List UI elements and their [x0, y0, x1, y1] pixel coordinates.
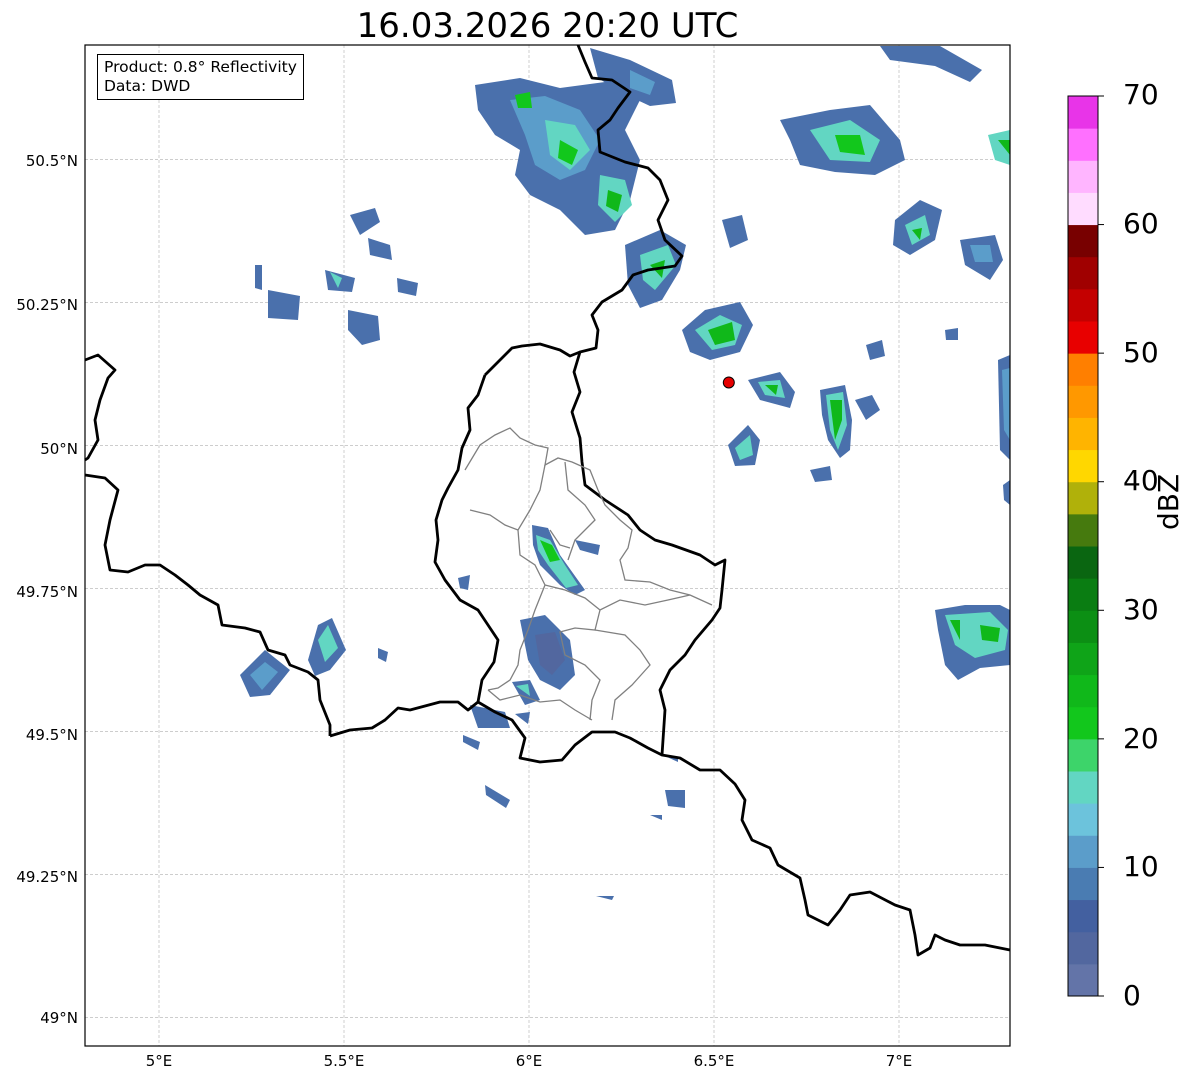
lat-tick-label: 49.5°N — [25, 726, 78, 744]
colorbar-label: dBZ — [1152, 473, 1185, 530]
colorbar-segment — [1068, 899, 1098, 933]
colorbar-segment — [1068, 771, 1098, 804]
info-product: Product: 0.8° Reflectivity — [104, 58, 297, 76]
colorbar-segment — [1068, 96, 1098, 129]
lat-tick-label: 49.25°N — [16, 868, 78, 886]
colorbar-segment — [1068, 803, 1098, 836]
colorbar-segment — [1068, 642, 1098, 676]
radar-map — [84, 44, 1104, 1047]
colorbar-segment — [1068, 288, 1098, 322]
lon-tick-label: 6°E — [515, 1052, 543, 1070]
colorbar-segment — [1068, 963, 1098, 997]
colorbar-segment — [1068, 610, 1098, 643]
colorbar-segment — [1068, 160, 1098, 193]
colorbar-segment — [1068, 481, 1098, 515]
site-marker — [722, 376, 735, 389]
colorbar-segment — [1068, 128, 1098, 161]
lat-tick-label: 50.25°N — [16, 296, 78, 314]
colorbar-segment — [1068, 321, 1098, 354]
colorbar-tick-label: 70 — [1123, 78, 1159, 111]
colorbar-segment — [1068, 578, 1098, 611]
colorbar-tick-label: 10 — [1123, 850, 1159, 883]
colorbar-tick-label: 0 — [1123, 979, 1141, 1012]
info-box: Product: 0.8° Reflectivity Data: DWD — [97, 54, 304, 100]
lat-tick-label: 49°N — [40, 1009, 78, 1027]
colorbar-segment — [1068, 674, 1098, 708]
lat-tick-label: 50°N — [40, 440, 78, 458]
colorbar-segment — [1068, 192, 1098, 226]
colorbar-segment — [1068, 417, 1098, 451]
lon-tick-label: 6.5°E — [693, 1052, 735, 1070]
colorbar-segment — [1068, 449, 1098, 483]
lon-tick-label: 7°E — [885, 1052, 913, 1070]
lat-tick-label: 49.75°N — [16, 583, 78, 601]
colorbar-tick-label: 20 — [1123, 722, 1159, 755]
colorbar-tick-label: 60 — [1123, 207, 1159, 240]
colorbar-segment — [1068, 385, 1098, 418]
colorbar-segment — [1068, 738, 1098, 772]
lon-tick-label: 5.5°E — [323, 1052, 365, 1070]
colorbar-segment — [1068, 353, 1098, 386]
colorbar-segment — [1068, 931, 1098, 965]
colorbar-segment — [1068, 224, 1098, 258]
colorbar-segment — [1068, 867, 1098, 901]
info-source: Data: DWD — [104, 77, 191, 95]
lon-tick-label: 5°E — [145, 1052, 173, 1070]
colorbar-segment — [1068, 546, 1098, 579]
colorbar — [1067, 95, 1104, 997]
colorbar-segment — [1068, 706, 1098, 740]
lat-tick-label: 50.5°N — [25, 152, 78, 170]
colorbar-tick-label: 30 — [1123, 593, 1159, 626]
colorbar-tick-label: 50 — [1123, 336, 1159, 369]
colorbar-segment — [1068, 256, 1098, 290]
colorbar-segment — [1068, 835, 1098, 868]
colorbar-segment — [1068, 513, 1098, 547]
